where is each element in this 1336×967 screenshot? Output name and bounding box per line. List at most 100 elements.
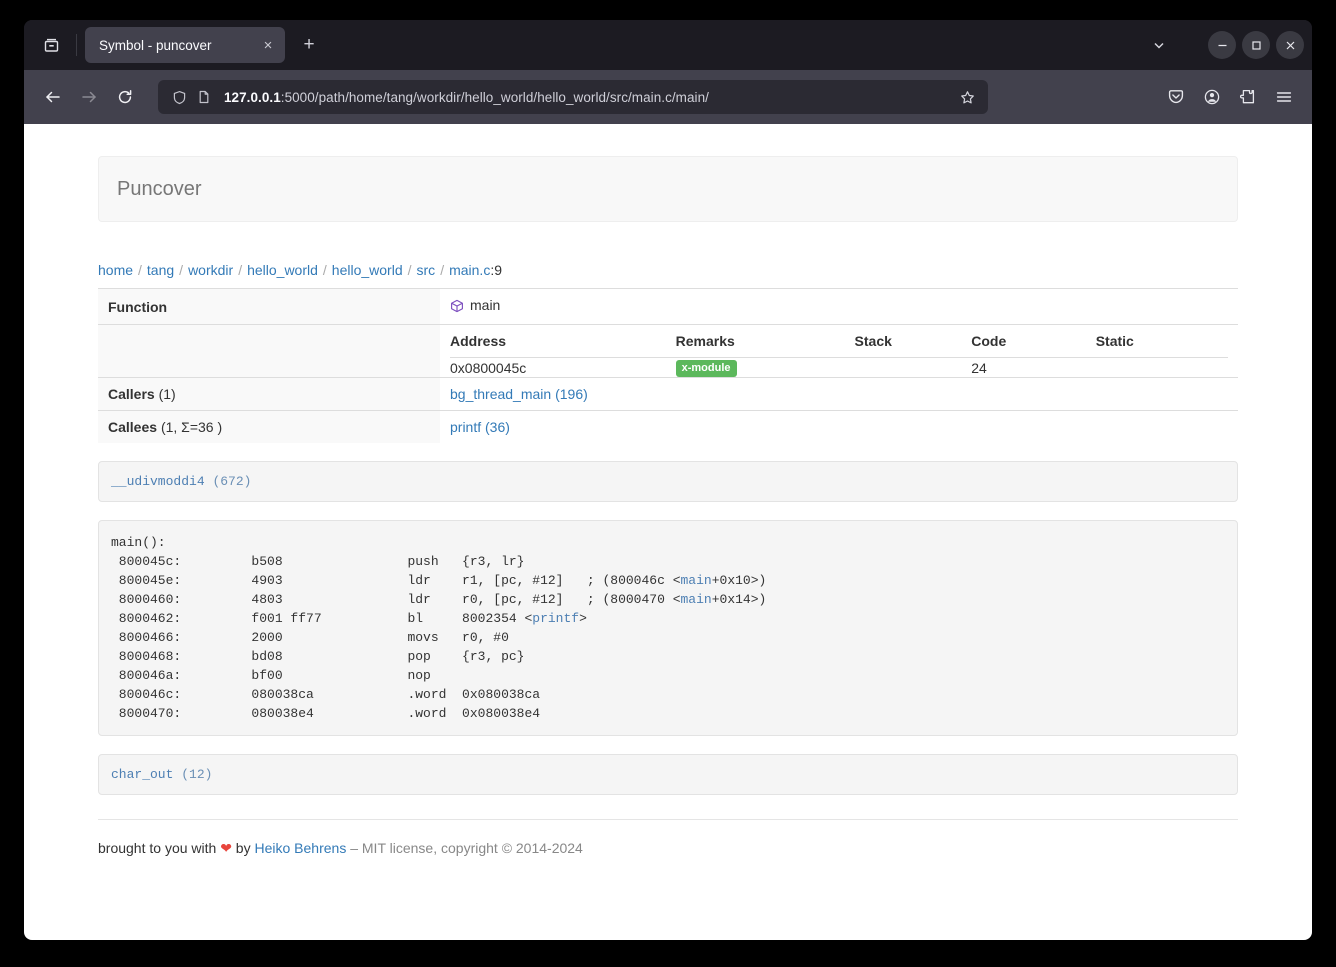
callees-count: (1, Σ=36 ) xyxy=(161,419,222,435)
pocket-icon[interactable] xyxy=(1160,81,1192,113)
author-link[interactable]: Heiko Behrens xyxy=(255,840,347,856)
callers-label: Callers (1) xyxy=(98,378,440,411)
column-header-static: Static xyxy=(1096,325,1228,358)
assembly-symbol-link[interactable]: main xyxy=(681,573,712,588)
page-header-banner: Puncover xyxy=(98,156,1238,222)
column-header-stack: Stack xyxy=(855,325,972,358)
address-details-table: Address Remarks Stack Code Static 0x0800… xyxy=(450,325,1228,377)
column-header-code: Code xyxy=(971,325,1095,358)
tracking-protection-shield-icon[interactable] xyxy=(168,86,190,108)
breadcrumb-item-src[interactable]: src xyxy=(417,262,436,278)
tab-title: Symbol - puncover xyxy=(99,38,257,53)
browser-tab[interactable]: Symbol - puncover × xyxy=(85,27,285,63)
callers-label-text: Callers xyxy=(108,386,155,402)
breadcrumb-separator: / xyxy=(318,262,332,278)
tab-strip: Symbol - puncover × + xyxy=(24,20,1312,70)
table-row-callees: Callees (1, Σ=36 ) printf (36) xyxy=(98,411,1238,444)
footer-by: by xyxy=(232,840,255,856)
function-label: Function xyxy=(98,289,440,325)
table-row-function: Function main xyxy=(98,289,1238,325)
breadcrumb-item-workdir[interactable]: workdir xyxy=(188,262,233,278)
cube-icon xyxy=(450,299,464,316)
caller-link[interactable]: bg_thread_main (196) xyxy=(450,386,588,402)
hamburger-menu-icon[interactable] xyxy=(1268,81,1300,113)
page-viewport: Puncover home/tang/workdir/hello_world/h… xyxy=(24,124,1312,940)
breadcrumb-separator: / xyxy=(174,262,188,278)
page-info-icon[interactable] xyxy=(193,86,215,108)
details-subtable-cell: Address Remarks Stack Code Static 0x0800… xyxy=(440,325,1238,378)
function-name: main xyxy=(470,297,500,313)
next-symbol-link[interactable]: char_out xyxy=(111,767,173,782)
previous-symbol-size: (672) xyxy=(212,474,251,489)
footer-license: – MIT license, copyright © 2014-2024 xyxy=(346,840,583,856)
symbol-info-table: Function main xyxy=(98,288,1238,443)
cell-remarks: x-module xyxy=(676,358,855,378)
assembly-symbol-link[interactable]: main xyxy=(681,592,712,607)
function-name-cell: main xyxy=(440,289,1238,325)
table-row-callers: Callers (1) bg_thread_main (196) xyxy=(98,378,1238,411)
maximize-button[interactable] xyxy=(1242,31,1270,59)
column-header-address: Address xyxy=(450,325,676,358)
url-text: 127.0.0.1:5000/path/home/tang/workdir/he… xyxy=(224,90,954,105)
caller-name: bg_thread_main xyxy=(450,386,551,402)
breadcrumb-item-tang[interactable]: tang xyxy=(147,262,174,278)
extensions-icon[interactable] xyxy=(1232,81,1264,113)
tab-list-icon[interactable] xyxy=(34,28,68,62)
next-symbol-size: (12) xyxy=(181,767,212,782)
assembly-symbol-link[interactable]: printf xyxy=(532,611,579,626)
caller-size: (196) xyxy=(555,386,588,402)
empty-label-cell xyxy=(98,325,440,378)
page-title: Puncover xyxy=(117,179,1219,199)
callees-label: Callees (1, Σ=36 ) xyxy=(98,411,440,444)
toolbar-actions xyxy=(1160,81,1300,113)
breadcrumb-separator: / xyxy=(233,262,247,278)
previous-symbol-link[interactable]: __udivmoddi4 xyxy=(111,474,205,489)
callees-label-text: Callees xyxy=(108,419,157,435)
breadcrumb-line-number: :9 xyxy=(490,262,502,278)
cell-code: 24 xyxy=(971,358,1095,378)
account-icon[interactable] xyxy=(1196,81,1228,113)
callee-size: (36) xyxy=(485,419,510,435)
callees-cell: printf (36) xyxy=(440,411,1238,444)
column-header-remarks: Remarks xyxy=(676,325,855,358)
forward-arrow-icon[interactable] xyxy=(72,80,106,114)
cell-static xyxy=(1096,358,1228,378)
heart-icon: ❤ xyxy=(220,840,232,856)
table-header-row: Address Remarks Stack Code Static xyxy=(450,325,1228,358)
window-controls xyxy=(1144,20,1304,70)
reload-icon[interactable] xyxy=(108,80,142,114)
callee-link[interactable]: printf (36) xyxy=(450,419,510,435)
breadcrumb-item-home[interactable]: home xyxy=(98,262,133,278)
browser-window: Symbol - puncover × + xyxy=(24,20,1312,940)
bookmark-star-icon[interactable] xyxy=(954,84,980,110)
close-icon[interactable]: × xyxy=(257,34,279,56)
cell-stack xyxy=(855,358,972,378)
previous-symbol-panel: __udivmoddi4 (672) xyxy=(98,461,1238,502)
url-host: 127.0.0.1 xyxy=(224,90,281,105)
breadcrumb-item-main-c[interactable]: main.c xyxy=(449,262,490,278)
next-symbol-panel: char_out (12) xyxy=(98,754,1238,795)
next-symbol-name: char_out xyxy=(111,767,173,782)
breadcrumb-item-hello-world-2[interactable]: hello_world xyxy=(332,262,403,278)
callee-name: printf xyxy=(450,419,481,435)
tab-separator xyxy=(76,34,77,56)
assembly-panel: main(): 800045c: b508 push {r3, lr} 8000… xyxy=(98,520,1238,736)
callers-count: (1) xyxy=(159,386,176,402)
breadcrumb-item-hello-world-1[interactable]: hello_world xyxy=(247,262,318,278)
callers-cell: bg_thread_main (196) xyxy=(440,378,1238,411)
page-footer: brought to you with ❤ by Heiko Behrens –… xyxy=(98,819,1238,887)
footer-prefix: brought to you with xyxy=(98,840,220,856)
chevron-down-icon[interactable] xyxy=(1144,30,1174,60)
close-window-button[interactable] xyxy=(1276,31,1304,59)
status-badge: x-module xyxy=(676,360,737,377)
assembly-header: main(): xyxy=(111,535,166,550)
url-bar[interactable]: 127.0.0.1:5000/path/home/tang/workdir/he… xyxy=(158,80,988,114)
minimize-button[interactable] xyxy=(1208,31,1236,59)
table-row-details: Address Remarks Stack Code Static 0x0800… xyxy=(98,325,1238,378)
new-tab-button[interactable]: + xyxy=(293,29,325,61)
breadcrumb-separator: / xyxy=(133,262,147,278)
breadcrumb-separator: / xyxy=(435,262,449,278)
back-arrow-icon[interactable] xyxy=(36,80,70,114)
table-row: 0x0800045c x-module 24 xyxy=(450,358,1228,378)
cell-address: 0x0800045c xyxy=(450,358,676,378)
